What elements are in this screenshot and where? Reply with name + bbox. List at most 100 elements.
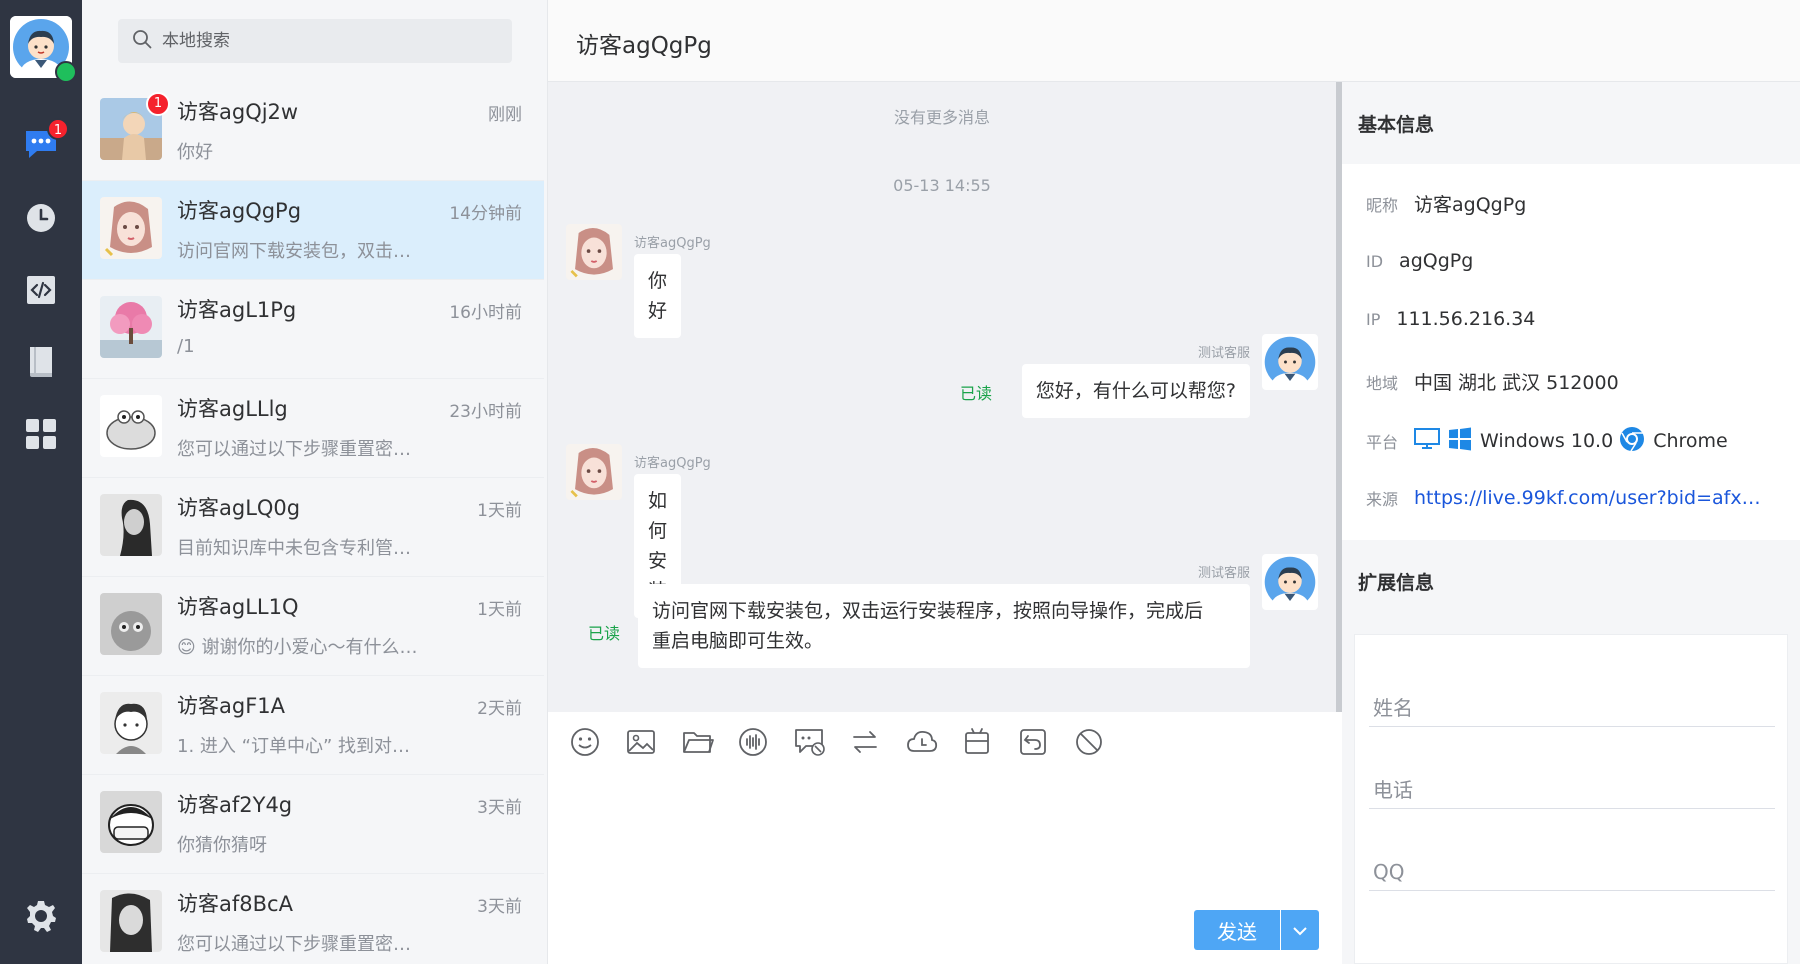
conversation-item[interactable]: 1 访客agQj2w 刚刚 你好 — [82, 82, 544, 181]
nav-apps[interactable] — [21, 416, 61, 456]
image-button[interactable] — [626, 724, 682, 764]
message-sender: 测试客服 — [1197, 346, 1250, 361]
history-button[interactable] — [906, 724, 962, 764]
conversation-item[interactable]: 访客agLLlg 23小时前 您可以通过以下步骤重置密… — [82, 379, 544, 478]
phone-input[interactable] — [1373, 778, 1763, 802]
conversation-name: 访客af2Y4g — [177, 793, 293, 817]
transfer-button[interactable] — [850, 724, 906, 764]
agent-avatar — [1262, 554, 1318, 610]
message-bubble[interactable]: 您好，有什么可以帮您? — [1021, 364, 1250, 418]
robot-icon — [962, 727, 992, 761]
search-input[interactable] — [162, 31, 482, 51]
name-field[interactable] — [1369, 671, 1775, 727]
code-icon — [25, 274, 57, 310]
search-icon — [132, 29, 152, 53]
file-button[interactable] — [682, 724, 738, 764]
conversation-preview: 你猜你猜呀 — [177, 835, 267, 856]
visitor-avatar — [100, 197, 162, 259]
clock-icon — [25, 202, 57, 238]
phone-field[interactable] — [1369, 753, 1775, 809]
conversation-item[interactable]: 访客agF1A 2天前 1. 进入 “订单中心” 找到对应… — [82, 676, 544, 775]
conversation-name: 访客agLLlg — [177, 397, 288, 421]
message-area[interactable]: 没有更多消息 05-13 14:55 访客agQgPg 你好 测试客服 您好，有… — [548, 82, 1336, 712]
nav-settings[interactable] — [21, 898, 61, 938]
visitor-avatar — [566, 224, 622, 280]
ip-value: 111.56.216.34 — [1396, 308, 1536, 330]
conversation-time: 16小时前 — [449, 303, 522, 323]
chat-title: 访客agQgPg — [576, 33, 712, 59]
nav-code[interactable] — [21, 272, 61, 312]
read-status: 已读 — [587, 624, 620, 643]
message-input[interactable] — [548, 776, 1342, 910]
read-status: 已读 — [959, 384, 992, 403]
unread-badge: 1 — [146, 92, 170, 116]
emoji-button[interactable] — [570, 724, 626, 764]
conversation-item-active[interactable]: 访客agQgPg 14分钟前 访问官网下载安装包，双击… — [82, 181, 544, 280]
id-row: ID agQgPg — [1366, 250, 1473, 272]
qq-field[interactable] — [1369, 835, 1775, 891]
conversation-item[interactable]: 访客af8BcA 3天前 您可以通过以下步骤重置密… — [82, 874, 544, 964]
visitor-avatar — [100, 395, 162, 457]
conversation-preview: 目前知识库中未包含专利管… — [177, 538, 411, 559]
grid-icon — [25, 418, 57, 454]
send-button[interactable]: 发送 — [1194, 910, 1280, 950]
book-icon — [26, 345, 56, 383]
conversation-time: 23小时前 — [449, 402, 522, 422]
message-sender: 测试客服 — [1197, 566, 1250, 581]
voice-button[interactable] — [738, 724, 794, 764]
visitor-info-panel: 基本信息 昵称 访客agQgPg ID agQgPg IP 111.56.216… — [1342, 82, 1800, 964]
visitor-avatar — [100, 890, 162, 952]
conversation-item[interactable]: 访客agL1Pg 16小时前 /1 — [82, 280, 544, 379]
name-input[interactable] — [1373, 696, 1763, 720]
visitor-avatar — [100, 692, 162, 754]
block-button[interactable] — [1074, 724, 1130, 764]
desktop-icon — [1414, 428, 1441, 454]
nav-history[interactable] — [21, 200, 61, 240]
nav-messages[interactable]: 1 — [21, 118, 69, 166]
search-box[interactable] — [118, 19, 512, 63]
message-line: 访问官网下载安装包，双击运行安装程序，按照向导操作，完成后 — [652, 600, 1204, 622]
conversation-preview: 1. 进入 “订单中心” 找到对应… — [177, 736, 427, 757]
robot-button[interactable] — [962, 724, 1018, 764]
visitor-avatar — [100, 296, 162, 358]
conversation-preview: 😊 谢谢你的小爱心～有什么… — [177, 637, 418, 658]
message-input-area[interactable] — [548, 776, 1342, 910]
basic-info-title: 基本信息 — [1358, 113, 1435, 136]
conversation-name: 访客af8BcA — [177, 892, 293, 916]
send-options-button[interactable] — [1281, 910, 1319, 950]
conversation-name: 访客agLL1Q — [177, 595, 299, 619]
basic-info-section: 昵称 访客agQgPg ID agQgPg IP 111.56.216.34 地… — [1342, 164, 1800, 540]
no-more-messages[interactable]: 没有更多消息 — [548, 104, 1336, 128]
conversation-list: 1 访客agQj2w 刚刚 你好 访客agQgPg 14分钟前 访问官网下载安装… — [82, 0, 548, 964]
conversation-item[interactable]: 访客agLQ0g 1天前 目前知识库中未包含专利管… — [82, 478, 544, 577]
source-label: 来源 — [1366, 490, 1399, 509]
conversation-item[interactable]: 访客agLL1Q 1天前 😊 谢谢你的小爱心～有什么… — [82, 577, 544, 676]
chrome-icon — [1619, 426, 1645, 456]
end-session-button[interactable] — [1018, 724, 1074, 764]
quick-reply-button[interactable] — [794, 724, 850, 764]
qq-input[interactable] — [1373, 860, 1763, 884]
extended-info-form — [1354, 634, 1788, 964]
input-toolbar — [548, 712, 1342, 776]
source-link[interactable]: https://live.99kf.com/user?bid=afx… — [1414, 487, 1761, 509]
conversation-name: 访客agQgPg — [177, 199, 302, 223]
chat-header: 访客agQgPg — [548, 0, 1800, 82]
conversation-time: 1天前 — [477, 600, 522, 620]
conversation-preview: /1 — [177, 336, 195, 357]
ban-icon — [1074, 727, 1104, 761]
nav-knowledge-base[interactable] — [21, 344, 61, 384]
visitor-avatar — [100, 593, 162, 655]
message-bubble[interactable]: 你好 — [634, 254, 682, 338]
conversation-item[interactable]: 访客af2Y4g 3天前 你猜你猜呀 — [82, 775, 544, 874]
cloud-clock-icon — [906, 727, 938, 761]
conversation-preview: 您可以通过以下步骤重置密… — [177, 439, 411, 460]
conversation-time: 2天前 — [477, 699, 522, 719]
message-bubble[interactable]: 访问官网下载安装包，双击运行安装程序，按照向导操作，完成后 重启电脑即可生效。 — [638, 584, 1250, 668]
share-back-icon — [1018, 727, 1048, 761]
conversation-time: 14分钟前 — [449, 204, 522, 224]
browser-value: Chrome — [1653, 430, 1728, 452]
platform-row: 平台 Windows 10.0 Chrome — [1366, 426, 1728, 456]
message-line: 重启电脑即可生效。 — [652, 630, 824, 652]
message-date: 05-13 14:55 — [893, 176, 991, 195]
image-icon — [626, 727, 656, 761]
